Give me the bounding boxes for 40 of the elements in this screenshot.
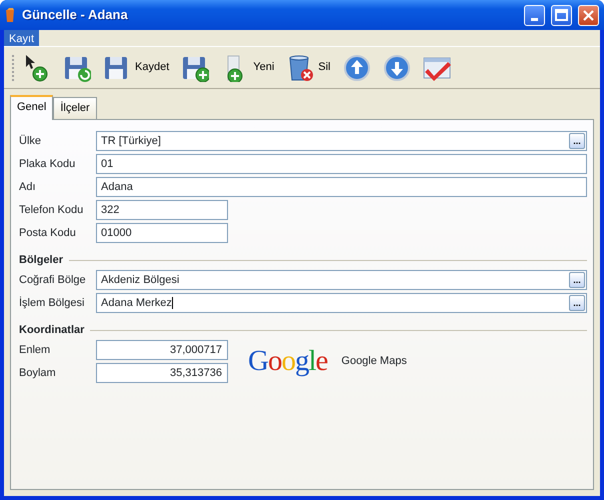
input-field[interactable]: 322	[96, 200, 228, 220]
input-field[interactable]: Adana	[96, 177, 587, 197]
input-field[interactable]: 37,000717	[96, 340, 228, 360]
field-label: Plaka Kodu	[19, 156, 76, 172]
input-field[interactable]: Akdeniz Bölgesi ...	[96, 270, 587, 290]
lookup-button[interactable]: ...	[569, 133, 585, 149]
input-field[interactable]: TR [Türkiye] ...	[96, 131, 587, 151]
field-label: İşlem Bölgesi	[19, 296, 86, 311]
field-label: Ülke	[19, 134, 42, 149]
section-title: Bölgeler	[19, 253, 64, 268]
window-title: Güncelle - Adana	[22, 6, 129, 24]
field-label: Adı	[19, 180, 37, 195]
field-label: Telefon Kodu	[19, 202, 84, 218]
toolbar-button[interactable]: Yeni	[217, 54, 278, 82]
tab[interactable]: İlçeler	[53, 97, 97, 118]
lookup-button[interactable]: ...	[569, 272, 585, 288]
menu-item[interactable]: Kayıt	[4, 30, 40, 46]
section-title: Koordinatlar	[19, 323, 84, 338]
close-icon	[583, 10, 594, 20]
field-label: Boylam	[19, 366, 57, 381]
field-label: Enlem	[19, 342, 52, 358]
toolbar-button[interactable]: Sil	[282, 54, 334, 82]
minimize-icon	[531, 18, 538, 20]
field-label: Coğrafi Bölge	[19, 272, 87, 288]
toolbar-grip	[12, 54, 15, 80]
logo: Google	[248, 344, 328, 379]
app-icon	[4, 7, 16, 23]
input-field[interactable]: 35,313736	[96, 363, 228, 383]
field-label: Posta Kodu	[19, 226, 77, 241]
tab[interactable]: Genel	[10, 95, 54, 120]
close-button[interactable]	[578, 4, 599, 26]
maximize-icon	[555, 9, 568, 21]
minimize-button[interactable]	[524, 4, 545, 26]
input-field[interactable]: 01000	[96, 223, 228, 243]
toolbar-button[interactable]: Kaydet	[99, 54, 174, 82]
input-field[interactable]: Adana Merkez ...	[96, 293, 587, 313]
map-link[interactable]: Google Maps	[341, 353, 407, 370]
input-field[interactable]: 01	[96, 154, 587, 174]
lookup-button[interactable]: ...	[569, 295, 585, 311]
maximize-button[interactable]	[551, 4, 572, 26]
